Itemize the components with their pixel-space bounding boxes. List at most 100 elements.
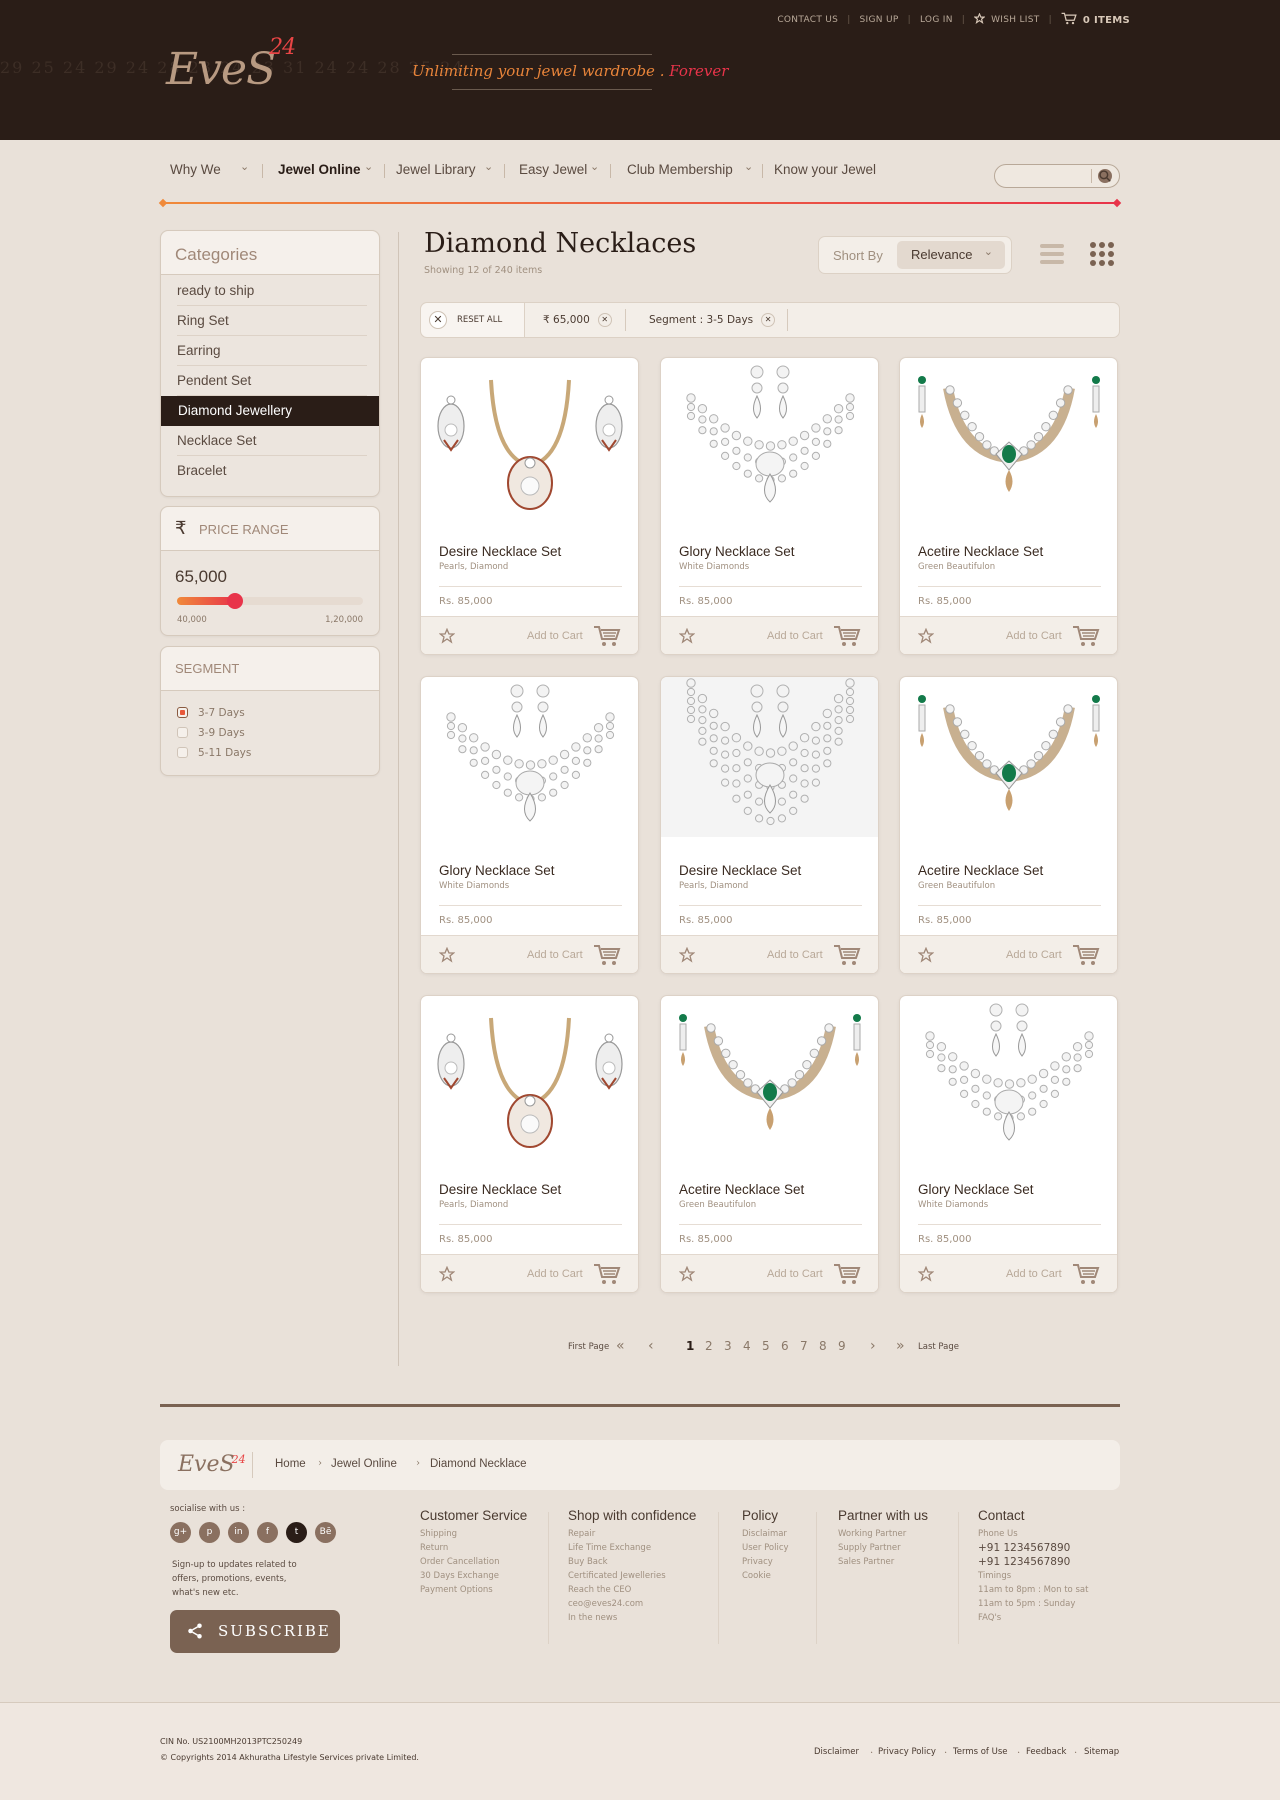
footer-logo[interactable]: EveS24 (178, 1452, 246, 1477)
checkbox[interactable] (177, 747, 188, 758)
cart-icon[interactable] (593, 625, 621, 647)
add-to-cart-button[interactable]: Add to Cart (1006, 1268, 1062, 1280)
cart-icon[interactable] (593, 1263, 621, 1285)
wishlist-star-icon[interactable] (438, 627, 456, 644)
wish-list-link[interactable]: WISH LIST (991, 15, 1039, 25)
cart-icon[interactable] (1061, 12, 1077, 28)
product-card[interactable]: Desire Necklace Set Pearls, Diamond Rs. 85… (420, 995, 639, 1293)
product-name[interactable]: Desire Necklace Set (679, 863, 801, 878)
double-chevron-left-icon[interactable]: « (616, 1338, 625, 1354)
nav-item-club-membership[interactable]: Club Membership (627, 162, 733, 177)
product-card[interactable]: Glory Necklace Set White Diamonds Rs. 85,0… (660, 357, 879, 655)
add-to-cart-button[interactable]: Add to Cart (527, 630, 583, 642)
footer-link[interactable]: Buy Back (568, 1555, 696, 1569)
page-9[interactable]: 9 (838, 1339, 846, 1353)
product-name[interactable]: Acetire Necklace Set (918, 863, 1043, 878)
remove-filter-icon[interactable]: ✕ (597, 313, 612, 327)
page-3[interactable]: 3 (724, 1339, 732, 1353)
pinterest-icon[interactable]: p (199, 1522, 220, 1543)
segment-option-5-11-days[interactable]: 5-11 Days (177, 747, 251, 759)
footer-link[interactable]: Cookie (742, 1569, 789, 1583)
product-card[interactable]: Glory Necklace Set White Diamonds Rs. 85,0… (420, 676, 639, 974)
wishlist-star-icon[interactable] (678, 946, 696, 963)
contact-us-link[interactable]: CONTACT US (777, 15, 838, 25)
footer-link[interactable]: Reach the CEO (568, 1583, 696, 1597)
product-image[interactable] (900, 996, 1117, 1156)
product-name[interactable]: Desire Necklace Set (439, 1182, 561, 1197)
checkbox-checked[interactable] (177, 707, 188, 718)
nav-item-know-your-jewel[interactable]: Know your Jewel (774, 162, 876, 177)
remove-filter-icon[interactable]: ✕ (761, 313, 776, 327)
segment-option-3-7-days[interactable]: 3-7 Days (177, 707, 245, 719)
footer-link[interactable]: Sales Partner (838, 1555, 928, 1569)
breadcrumb-jewel-online[interactable]: Jewel Online (331, 1458, 397, 1470)
category-ready-to-ship[interactable]: ready to ship (177, 276, 367, 306)
cart-icon[interactable] (833, 1263, 861, 1285)
page-8[interactable]: 8 (819, 1339, 827, 1353)
last-page-link[interactable]: Last Page (918, 1342, 959, 1352)
product-name[interactable]: Glory Necklace Set (918, 1182, 1034, 1197)
nav-item-jewel-library[interactable]: Jewel Library (396, 162, 476, 177)
double-chevron-right-icon[interactable]: » (896, 1338, 905, 1354)
segment-option-3-9-days[interactable]: 3-9 Days (177, 727, 245, 739)
page-5[interactable]: 5 (762, 1339, 770, 1353)
page-7[interactable]: 7 (800, 1339, 808, 1353)
add-to-cart-button[interactable]: Add to Cart (767, 949, 823, 961)
category-earring[interactable]: Earring (177, 336, 367, 366)
product-image[interactable] (421, 677, 638, 837)
wishlist-star-icon[interactable] (917, 946, 935, 963)
cart-icon[interactable] (833, 625, 861, 647)
reset-all-button[interactable]: ✕ RESET ALL (421, 303, 525, 337)
wishlist-star-icon[interactable] (678, 627, 696, 644)
product-card[interactable]: Desire Necklace Set Pearls, Diamond Rs. 85… (420, 357, 639, 655)
category-ring-set[interactable]: Ring Set (177, 306, 367, 336)
list-view-icon[interactable] (1038, 241, 1066, 267)
twitter-icon[interactable]: t (286, 1522, 307, 1543)
footer-link[interactable]: User Policy (742, 1541, 789, 1555)
feedback-link[interactable]: Feedback (1026, 1747, 1066, 1757)
footer-link[interactable]: Order Cancellation (420, 1555, 527, 1569)
product-name[interactable]: Acetire Necklace Set (918, 544, 1043, 559)
subscribe-button[interactable]: SUBSCRIBE (170, 1610, 340, 1653)
page-1[interactable]: 1 (686, 1339, 694, 1353)
product-name[interactable]: Desire Necklace Set (439, 544, 561, 559)
cart-icon[interactable] (593, 944, 621, 966)
product-image[interactable] (900, 358, 1117, 518)
breadcrumb-home[interactable]: Home (275, 1458, 306, 1470)
disclaimer-link[interactable]: Disclaimer (814, 1747, 859, 1757)
chevron-down-icon[interactable]: ⌄ (590, 160, 599, 173)
product-card[interactable]: Desire Necklace Set Pearls, Diamond Rs. 85… (660, 676, 879, 974)
terms-of-use-link[interactable]: Terms of Use (953, 1747, 1008, 1757)
footer-link[interactable]: Supply Partner (838, 1541, 928, 1555)
footer-link[interactable]: Repair (568, 1527, 696, 1541)
footer-link[interactable]: ceo@eves24.com (568, 1597, 696, 1611)
add-to-cart-button[interactable]: Add to Cart (767, 1268, 823, 1280)
footer-link[interactable]: +91 1234567890 (978, 1541, 1088, 1555)
footer-link[interactable]: Return (420, 1541, 527, 1555)
add-to-cart-button[interactable]: Add to Cart (1006, 630, 1062, 642)
product-card[interactable]: Glory Necklace Set White Diamonds Rs. 85,0… (899, 995, 1118, 1293)
chevron-down-icon[interactable]: ⌄ (744, 160, 753, 173)
product-name[interactable]: Glory Necklace Set (679, 544, 795, 559)
product-name[interactable]: Acetire Necklace Set (679, 1182, 804, 1197)
wishlist-star-icon[interactable] (917, 1265, 935, 1282)
wishlist-star-icon[interactable] (438, 1265, 456, 1282)
nav-item-jewel-online[interactable]: Jewel Online (278, 162, 361, 177)
footer-link[interactable]: +91 1234567890 (978, 1555, 1088, 1569)
privacy-policy-link[interactable]: Privacy Policy (878, 1747, 936, 1757)
add-to-cart-button[interactable]: Add to Cart (767, 630, 823, 642)
footer-link[interactable]: Life Time Exchange (568, 1541, 696, 1555)
product-name[interactable]: Glory Necklace Set (439, 863, 555, 878)
wishlist-star-icon[interactable] (917, 627, 935, 644)
facebook-icon[interactable]: f (257, 1522, 278, 1543)
cart-count[interactable]: 0 ITEMS (1083, 15, 1130, 26)
chevron-down-icon[interactable]: ⌄ (240, 160, 249, 173)
sort-select[interactable]: Relevance ⌄ (897, 241, 1005, 269)
product-image[interactable] (421, 996, 638, 1156)
sign-up-link[interactable]: SIGN UP (860, 15, 899, 25)
cart-icon[interactable] (1072, 1263, 1100, 1285)
product-image[interactable] (421, 358, 638, 518)
category-necklace-set[interactable]: Necklace Set (177, 426, 367, 456)
site-logo[interactable]: EveS24 (166, 35, 296, 95)
google-plus-icon[interactable]: g+ (170, 1522, 191, 1543)
